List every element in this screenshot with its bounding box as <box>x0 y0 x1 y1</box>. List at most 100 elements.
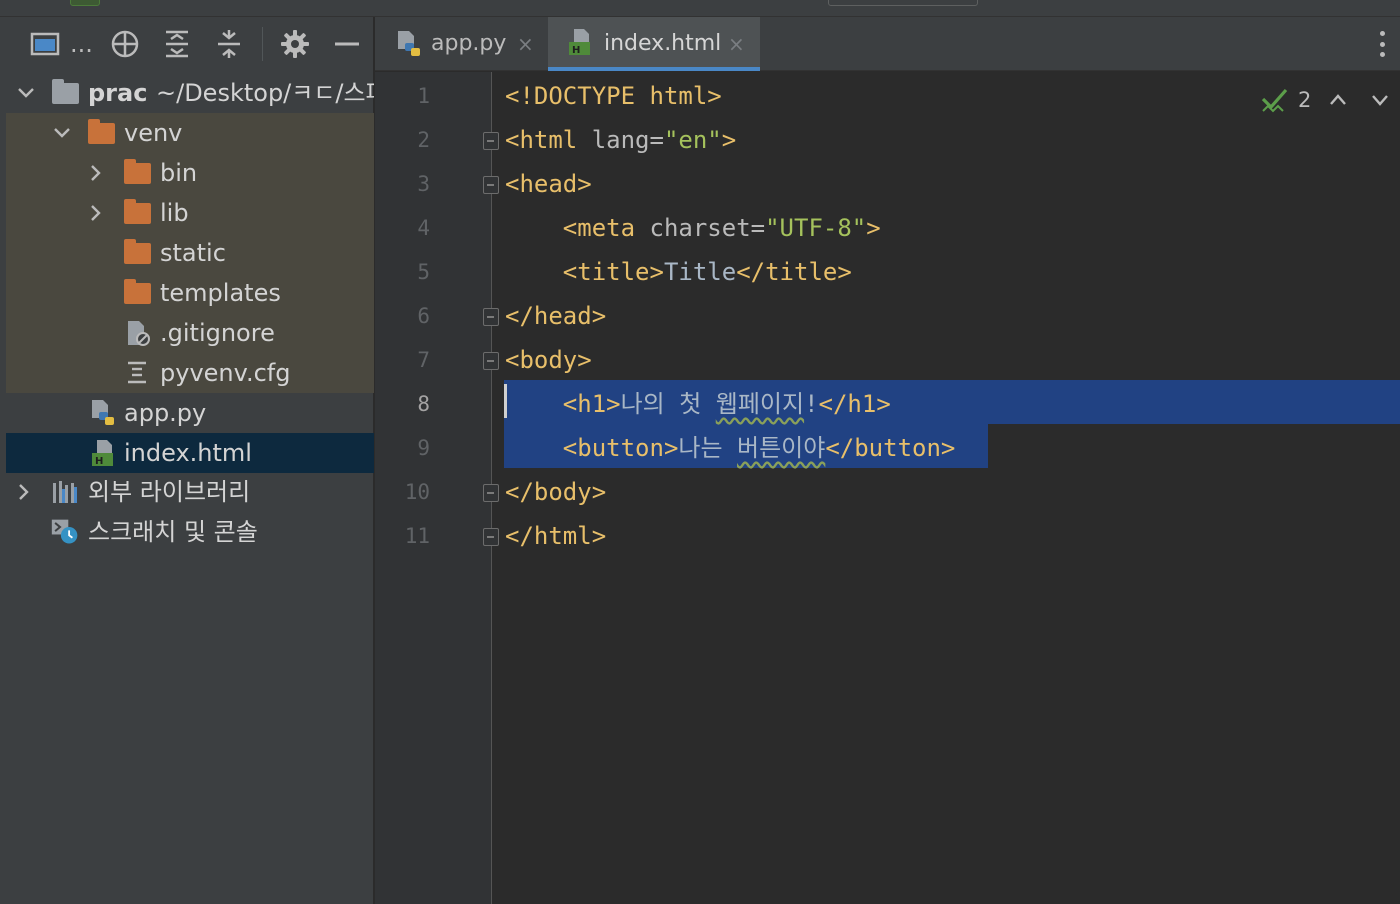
fold-marker[interactable] <box>483 132 499 150</box>
fold-marker[interactable] <box>483 176 499 194</box>
code-token: > <box>866 214 881 242</box>
toolbar-separator <box>262 27 263 61</box>
tree-item-pyvenv-cfg[interactable]: pyvenv.cfg <box>6 353 374 393</box>
code-token: 버튼이야 <box>737 434 826 462</box>
code-token: 나의 첫 <box>620 390 716 418</box>
code-token: <title> <box>562 258 664 286</box>
line-number: 5 <box>417 260 430 284</box>
line-number: 2 <box>417 128 430 152</box>
code-token: Title <box>663 258 737 286</box>
tree-item-lib[interactable]: lib <box>6 193 374 233</box>
fold-marker[interactable] <box>483 352 499 370</box>
code-token: <html <box>505 126 592 154</box>
chevron-right-icon[interactable] <box>86 203 106 223</box>
chevron-down-icon[interactable] <box>52 123 72 143</box>
code-line[interactable]: <!DOCTYPE html> <box>505 74 722 118</box>
run-config-selector[interactable] <box>828 0 978 6</box>
chevron-right-icon[interactable] <box>86 163 106 183</box>
folder-icon <box>51 78 79 107</box>
code-line[interactable]: <meta charset="UTF-8"> <box>505 206 881 250</box>
line-number: 4 <box>417 216 430 240</box>
fold-marker[interactable] <box>483 484 499 502</box>
active-tab-indicator <box>548 67 760 71</box>
line-number: 3 <box>417 172 430 196</box>
code-line[interactable]: <html lang="en"> <box>505 118 736 162</box>
hide-panel-icon[interactable] <box>332 29 362 59</box>
tree-item-bin[interactable]: bin <box>6 153 374 193</box>
html-file-icon: H <box>566 27 594 61</box>
scratch-icon <box>51 518 79 546</box>
more-options-icon[interactable] <box>1378 31 1386 57</box>
close-icon[interactable]: × <box>517 17 534 71</box>
tab-label: index.html <box>604 31 722 56</box>
code-token: charset= <box>649 214 766 242</box>
expand-all-icon[interactable] <box>162 29 192 59</box>
code-token: </title> <box>736 258 852 286</box>
svg-text:H: H <box>572 45 580 56</box>
tree-item-static[interactable]: static <box>6 233 374 273</box>
tree-item-label: index.html <box>124 439 252 467</box>
chevron-down-icon[interactable] <box>1370 90 1390 114</box>
tree-item-label: 스크래치 및 콘솔 <box>88 518 258 546</box>
line-number: 10 <box>404 480 430 504</box>
project-view-icon[interactable] <box>30 29 60 59</box>
tree-item-label: pyvenv.cfg <box>160 359 291 387</box>
folder-icon <box>123 198 151 227</box>
line-number: 7 <box>417 348 430 372</box>
collapse-all-icon[interactable] <box>214 29 244 59</box>
tab-label: app.py <box>431 31 507 56</box>
tree-item-prac[interactable]: prac ~/Desktop/ㅋㄷ/스파 <box>6 73 374 113</box>
folder-icon <box>123 278 151 307</box>
code-line[interactable]: <body> <box>505 338 592 382</box>
code-token: <meta <box>562 214 650 242</box>
code-token: <h1> <box>562 390 621 418</box>
fold-marker[interactable] <box>483 308 499 326</box>
close-icon[interactable]: × <box>728 17 745 71</box>
inspection-widget[interactable]: 2 <box>1250 86 1400 114</box>
code-token: <!DOCTYPE html> <box>505 82 722 110</box>
inspection-count: 2 <box>1298 88 1312 112</box>
line-number: 9 <box>417 436 430 460</box>
fold-marker[interactable] <box>483 528 499 546</box>
code-token: > <box>721 126 737 154</box>
code-editor[interactable]: 1 2 3 4 5 6 7 8 9 10 11 <!DOCTYPE html> <html lang=… <box>375 72 1400 904</box>
code-line[interactable]: <head> <box>505 162 592 206</box>
code-line[interactable]: <title>Title</title> <box>505 250 852 294</box>
python-file-icon <box>395 29 423 63</box>
locate-file-icon[interactable] <box>110 29 140 59</box>
check-icon <box>1260 86 1290 118</box>
line-number: 1 <box>417 84 430 108</box>
code-line[interactable]: </body> <box>505 470 606 514</box>
line-number-gutter: 1 2 3 4 5 6 7 8 9 10 11 <box>375 72 491 904</box>
tree-item-label: bin <box>160 159 198 187</box>
code-token: <head> <box>505 170 592 198</box>
code-line[interactable]: </head> <box>505 294 606 338</box>
project-view-more[interactable]: ... <box>70 32 93 56</box>
code-token: </h1> <box>818 390 891 418</box>
tree-item-app-py[interactable]: app.py <box>6 393 374 433</box>
tree-item-external-libraries[interactable]: 외부 라이브러리 <box>6 472 374 512</box>
code-line[interactable]: </html> <box>505 514 606 558</box>
library-icon <box>51 478 79 506</box>
editor-tabs: app.py × H index.html × <box>375 17 1400 71</box>
tree-item-venv[interactable]: venv <box>6 113 374 153</box>
tree-item-gitignore[interactable]: .gitignore <box>6 313 374 353</box>
tree-item-templates[interactable]: templates <box>6 273 374 313</box>
tree-item-label: venv <box>124 119 183 147</box>
tab-app-py[interactable]: app.py × <box>375 17 547 71</box>
main-toolbar-strip <box>0 0 1400 17</box>
chevron-down-icon[interactable] <box>16 83 36 103</box>
gear-icon[interactable] <box>280 29 310 59</box>
code-line[interactable]: <button>나는 버튼이야</button> <box>505 426 956 470</box>
code-token: </button> <box>825 434 956 462</box>
config-file-icon <box>123 359 151 387</box>
tab-index-html[interactable]: H index.html × <box>548 17 760 71</box>
chevron-right-icon[interactable] <box>14 482 34 502</box>
tree-item-index-html[interactable]: H index.html <box>6 433 374 473</box>
code-line[interactable]: <h1>나의 첫 웹페이지!</h1> <box>505 382 891 426</box>
chevron-up-icon[interactable] <box>1328 90 1348 114</box>
tree-item-scratches[interactable]: 스크래치 및 콘솔 <box>6 512 374 552</box>
tree-item-label: templates <box>160 279 281 307</box>
